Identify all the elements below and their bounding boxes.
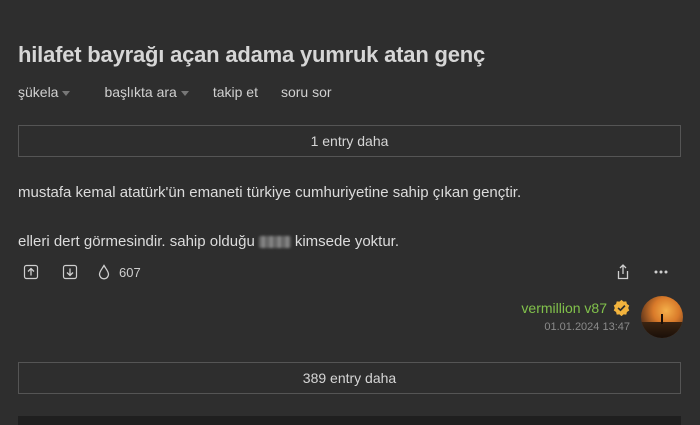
entry-paragraph-2: elleri dert görmesindir. sahip olduğu kim… — [18, 233, 399, 250]
sort-dropdown[interactable]: şükela — [18, 84, 71, 100]
avatar-horizon — [641, 322, 683, 338]
chevron-down-icon — [62, 90, 71, 96]
show-more-entries-label: 389 entry daha — [302, 370, 397, 386]
redacted-word — [258, 236, 291, 249]
sort-label: şükela — [18, 84, 59, 100]
follow-button[interactable]: takip et — [213, 84, 258, 100]
upvote-icon[interactable] — [23, 264, 39, 280]
search-in-topic-dropdown[interactable]: başlıkta ara — [104, 84, 189, 100]
ask-question-button[interactable]: soru sor — [281, 84, 332, 100]
share-icon[interactable] — [615, 263, 631, 281]
topic-title[interactable]: hilafet bayrağı açan adama yumruk atan g… — [18, 42, 485, 68]
ask-question-label: soru sor — [280, 84, 332, 100]
entry-paragraph-2-start: elleri dert görmesindir. sahip olduğu — [18, 233, 255, 250]
author-name: vermillion v87 — [521, 299, 607, 316]
show-previous-entries-button[interactable]: 1 entry daha — [18, 125, 681, 157]
author-link[interactable]: vermillion v87 — [521, 299, 630, 316]
search-in-topic-label: başlıkta ara — [104, 84, 177, 100]
downvote-icon[interactable] — [62, 264, 78, 280]
entry-actions: 607 — [18, 262, 681, 282]
next-section-edge — [18, 416, 681, 425]
topic-subnav: şükela başlıkta ara takip et soru sor — [18, 84, 332, 100]
entry-paragraph-2-end: kimsede yoktur. — [294, 233, 400, 250]
avatar-silhouette — [661, 314, 663, 324]
show-previous-entries-label: 1 entry daha — [310, 133, 389, 149]
entry-paragraph-1: mustafa kemal atatürk'ün emaneti türkiye… — [18, 184, 522, 201]
entry-date[interactable]: 01.01.2024 13:47 — [544, 321, 630, 333]
follow-label: takip et — [212, 84, 258, 100]
favorite-drop-icon[interactable] — [97, 264, 111, 280]
show-more-entries-button[interactable]: 389 entry daha — [18, 362, 681, 394]
author-avatar[interactable] — [641, 296, 683, 338]
verified-badge-icon — [613, 299, 630, 316]
favorite-count[interactable]: 607 — [119, 265, 141, 280]
more-options-icon[interactable] — [654, 270, 668, 274]
chevron-down-icon — [180, 90, 189, 96]
